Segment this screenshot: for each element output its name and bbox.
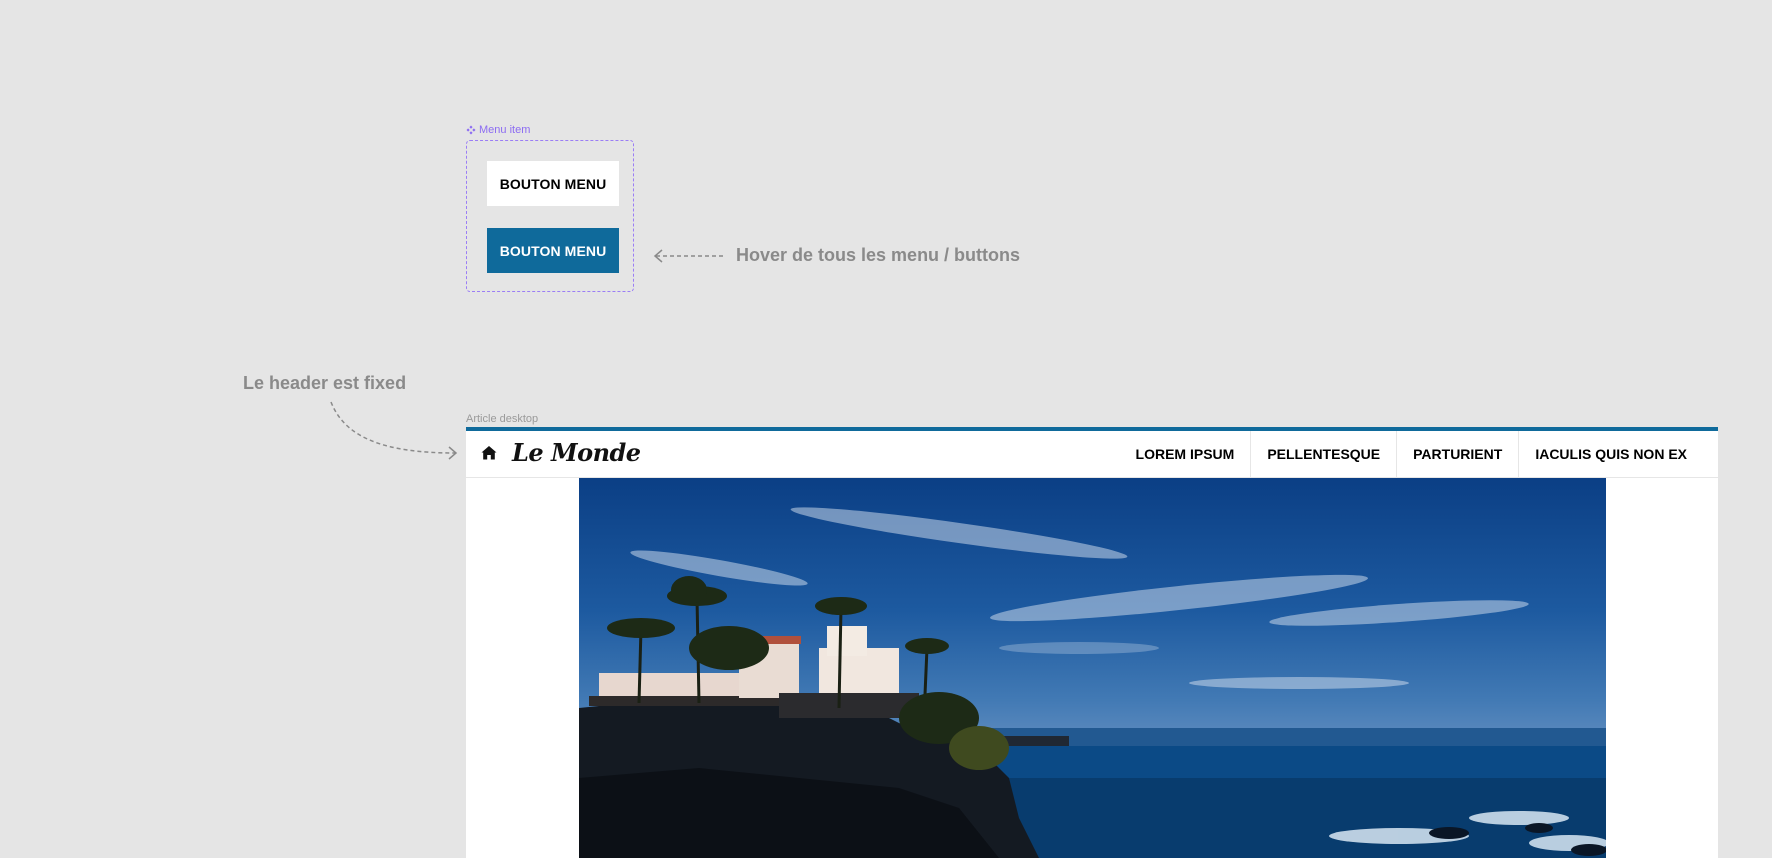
nav-item-pellentesque[interactable]: PELLENTESQUE — [1250, 431, 1396, 477]
header-fixed-note: Le header est fixed — [243, 373, 407, 393]
hover-note: Hover de tous les menu / buttons — [736, 245, 1021, 265]
site-logo[interactable]: Le Monde — [512, 438, 641, 467]
frame-label: Article desktop — [466, 413, 539, 425]
component-diamond-icon — [466, 125, 476, 135]
hover-note-arrow — [653, 249, 726, 263]
hero-image — [579, 478, 1606, 858]
nav-item-iaculis-quis-non-ex[interactable]: IACULIS QUIS NON EX — [1518, 431, 1703, 477]
header-note-arrow — [330, 401, 458, 460]
component-label: Menu item — [466, 124, 530, 136]
nav-item-lorem-ipsum[interactable]: LOREM IPSUM — [1120, 431, 1251, 477]
article-desktop-frame: Le Monde LOREM IPSUM PELLENTESQUE PARTUR… — [466, 427, 1718, 858]
menu-button-default[interactable]: BOUTON MENU — [487, 161, 619, 206]
component-label-text: Menu item — [479, 124, 531, 136]
menu-button-hover[interactable]: BOUTON MENU — [487, 228, 619, 273]
main-nav: LOREM IPSUM PELLENTESQUE PARTURIENT IACU… — [1120, 431, 1703, 477]
home-icon[interactable] — [480, 444, 498, 462]
menu-item-component-frame: BOUTON MENU BOUTON MENU — [466, 140, 634, 292]
nav-item-parturient[interactable]: PARTURIENT — [1396, 431, 1518, 477]
site-header: Le Monde LOREM IPSUM PELLENTESQUE PARTUR… — [466, 431, 1718, 478]
